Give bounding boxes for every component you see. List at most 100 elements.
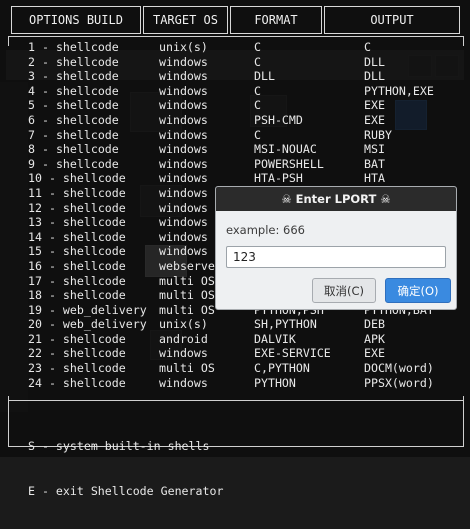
row-target-os: windows [159,171,208,186]
ok-button[interactable]: 确定(O) [385,278,451,303]
row-target-os: windows [159,54,208,69]
row-format: C [254,54,261,69]
row-output: HTA [364,171,385,186]
row-option-name: web_delivery [62,317,147,332]
row-target-os: webserver [159,258,222,273]
row-number: 16 [28,258,42,273]
top-rule [8,36,464,37]
table-row: 23 - shellcode multi OS C,PYTHON DOCM(word) [0,361,470,376]
row-format: DALVIK [254,331,296,346]
row-option: 23 - shellcode [28,361,126,376]
row-option: 10 - shellcode [28,171,126,186]
row-target-os: windows [159,185,208,200]
row-output: EXE [364,112,385,127]
dialog-example-text: example: 666 [226,223,305,237]
lport-input[interactable] [226,246,446,268]
row-target-os: windows [159,244,208,259]
row-output: APK [364,331,385,346]
row-output: EXE [364,98,385,113]
row-option: 6 - shellcode [28,112,119,127]
row-output: C [364,40,371,54]
row-option-name: shellcode [62,229,126,244]
row-target-os: windows [159,127,208,142]
row-option-name: shellcode [62,288,126,303]
row-format: C [254,83,261,98]
row-number: 4 [28,83,35,98]
row-format: PSH-CMD [254,112,303,127]
row-format: C,PYTHON [254,361,310,376]
row-number: 8 [28,142,35,157]
table-row: 6 - shellcode windows PSH-CMD EXE [0,113,470,128]
row-target-os: windows [159,98,208,113]
row-number: 1 [28,40,35,54]
row-option-name: shellcode [55,156,119,171]
cancel-button[interactable]: 取消(C) [312,278,376,303]
row-option-name: shellcode [55,98,119,113]
row-option: 11 - shellcode [28,185,126,200]
left-edge-bottom [8,396,9,446]
row-number: 20 [28,317,42,332]
row-format: DLL [254,69,275,84]
table-row: 9 - shellcode windows POWERSHELL BAT [0,157,470,172]
row-number: 2 [28,54,35,69]
row-output: PPSX(word) [364,375,434,390]
row-option: 17 - shellcode [28,273,126,288]
row-format: POWERSHELL [254,156,324,171]
row-option: 14 - shellcode [28,229,126,244]
row-output: DOCM(word) [364,361,434,376]
row-target-os: unix(s) [159,40,208,54]
row-option: 18 - shellcode [28,288,126,303]
row-target-os: multi OS [159,273,215,288]
table-row: 4 - shellcode windows C PYTHON,EXE [0,84,470,99]
row-number: 7 [28,127,35,142]
row-number: 15 [28,244,42,259]
row-option: 2 - shellcode [28,54,119,69]
row-option-name: shellcode [62,375,126,390]
row-option: 22 - shellcode [28,346,126,361]
row-option-name: shellcode [62,171,126,186]
row-option: 19 - web_delivery [28,302,147,317]
row-target-os: windows [159,346,208,361]
row-target-os: windows [159,200,208,215]
row-option: 13 - shellcode [28,215,126,230]
row-number: 21 [28,331,42,346]
row-target-os: windows [159,215,208,230]
table-row: 5 - shellcode windows C EXE [0,98,470,113]
table-row: 24 - shellcode windows PYTHON PPSX(word) [0,376,470,391]
option-system-shells: S - system built-in shells [28,439,210,453]
row-number: 22 [28,346,42,361]
row-number: 23 [28,361,42,376]
row-option-name: shellcode [62,258,126,273]
row-target-os: windows [159,142,208,157]
row-target-os: windows [159,69,208,84]
table-row: 10 - shellcode windows HTA-PSH HTA [0,171,470,186]
enter-lport-dialog: ☠ Enter LPORT ☠ example: 666 取消(C) 确定(O) [215,186,457,310]
row-option-name: shellcode [62,273,126,288]
row-option-name: shellcode [55,40,119,54]
row-option-name: shellcode [62,331,126,346]
row-number: 3 [28,69,35,84]
header-output: OUTPUT [324,6,460,34]
row-option-name: shellcode [55,112,119,127]
header-options-build: OPTIONS BUILD [11,6,141,34]
row-number: 6 [28,112,35,127]
row-format: C [254,40,261,54]
row-option-name: shellcode [62,244,126,259]
row-format: SH,PYTHON [254,317,317,332]
row-target-os: android [159,331,208,346]
row-format: HTA-PSH [254,171,303,186]
row-option-name: web_delivery [62,302,147,317]
row-target-os: multi OS [159,302,215,317]
row-target-os: windows [159,156,208,171]
table-row: 20 - web_delivery unix(s) SH,PYTHON DEB [0,317,470,332]
row-option-name: shellcode [55,54,119,69]
row-target-os: multi OS [159,288,215,303]
dialog-title: ☠ Enter LPORT ☠ [216,187,456,211]
row-number: 9 [28,156,35,171]
row-target-os: multi OS [159,361,215,376]
row-option: 7 - shellcode [28,127,119,142]
row-number: 18 [28,288,42,303]
row-format: PYTHON [254,375,296,390]
table-row: 2 - shellcode windows C DLL [0,55,470,70]
row-output: DLL [364,69,385,84]
